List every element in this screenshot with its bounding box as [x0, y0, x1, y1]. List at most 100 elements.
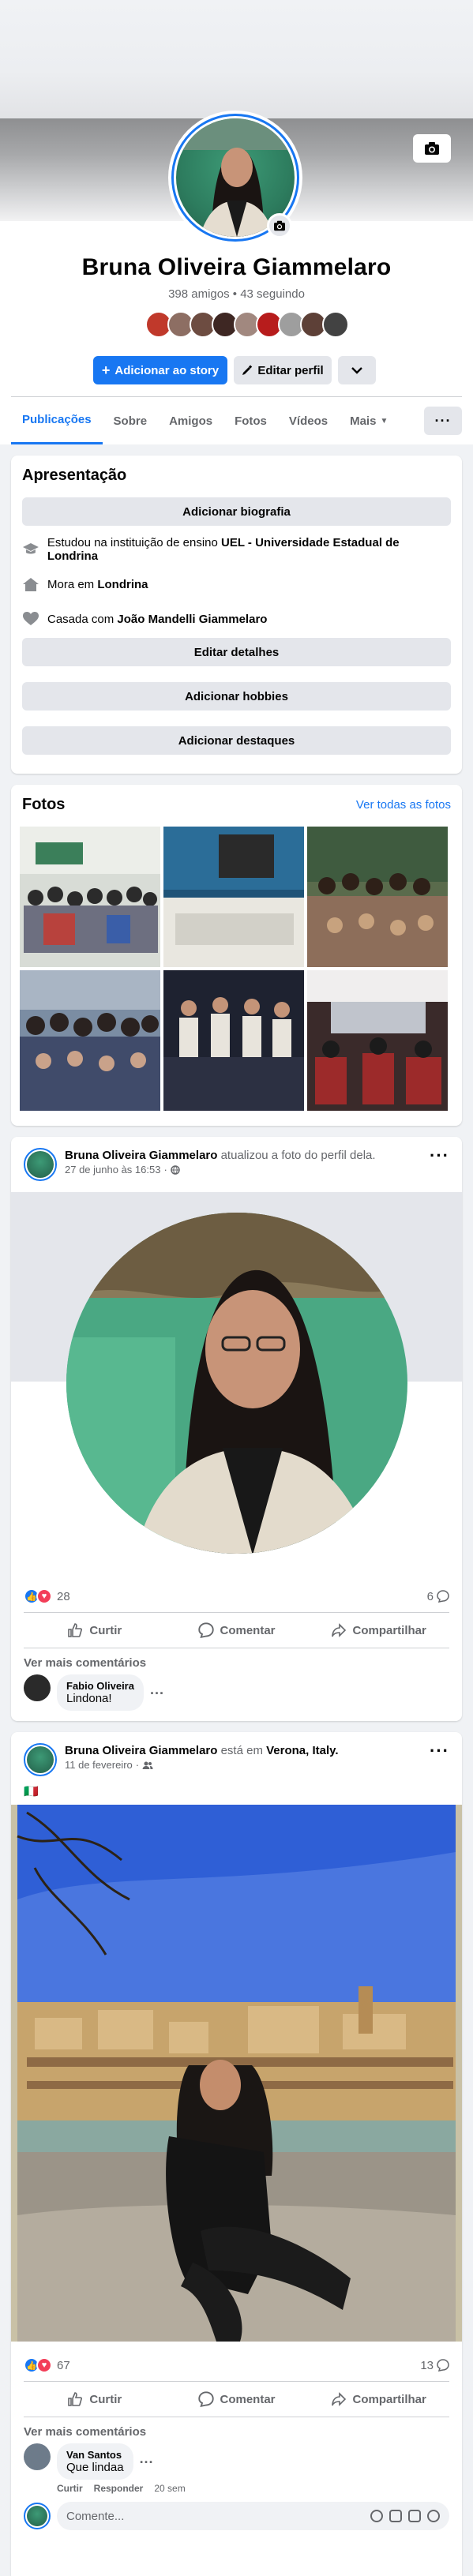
post-reactions-summary[interactable]: 👍 ♥ 28 6	[11, 1580, 462, 1612]
post-media[interactable]	[11, 1805, 462, 2342]
post-timestamp[interactable]: 11 de fevereiro	[65, 1759, 133, 1771]
photo-thumbnail[interactable]	[20, 970, 160, 1111]
comment-options-button[interactable]: ···	[140, 2454, 154, 2471]
photos-grid	[20, 827, 453, 1111]
intro-education: Estudou na instituição de ensino UEL - U…	[22, 532, 451, 567]
friend-avatar[interactable]	[322, 311, 349, 338]
write-comment-input[interactable]: Comente...	[57, 2502, 449, 2530]
photo-thumbnail[interactable]	[307, 970, 448, 1111]
camera-icon	[274, 220, 285, 231]
comment-item: Fabio Oliveira Lindona! ···	[11, 1674, 462, 1711]
love-reaction-icon: ♥	[36, 2357, 52, 2373]
comment-label: Comentar	[220, 1623, 276, 1637]
commenter-name[interactable]: Van Santos	[66, 2449, 124, 2461]
post-options-button[interactable]: ···	[430, 1147, 449, 1164]
intro-title: Apresentação	[22, 467, 127, 484]
edit-profile-picture-button[interactable]	[267, 213, 292, 238]
post-author-name[interactable]: Bruna Oliveira Giammelaro	[65, 1744, 217, 1757]
comment-icon	[197, 2391, 214, 2407]
sticker-icon[interactable]	[427, 2510, 440, 2522]
see-all-photos-link[interactable]: Ver todas as fotos	[356, 798, 451, 812]
edit-profile-label: Editar perfil	[257, 363, 324, 377]
comment-count[interactable]: 6	[427, 1590, 434, 1603]
like-button[interactable]: Curtir	[24, 1613, 166, 1648]
profile-name: Bruna Oliveira Giammelaro	[81, 254, 392, 280]
intro-card: Apresentação Adicionar biografia Estudou…	[11, 456, 462, 774]
share-button[interactable]: Compartilhar	[307, 2382, 449, 2417]
add-hobbies-button[interactable]: Adicionar hobbies	[22, 682, 451, 711]
tabs-more-button[interactable]: ···	[424, 407, 462, 435]
friend-avatars[interactable]	[145, 311, 349, 338]
commenter-avatar[interactable]	[24, 2443, 51, 2470]
post-check-in: Bruna Oliveira Giammelaro está em Verona…	[11, 1732, 462, 2576]
comment-button[interactable]: Comentar	[166, 1613, 308, 1648]
photo-thumbnail[interactable]	[20, 827, 160, 967]
comment-reply-link[interactable]: Responder	[94, 2483, 144, 2494]
dot-separator: ·	[135, 1759, 140, 1771]
comment-options-button[interactable]: ···	[150, 1685, 164, 1702]
view-more-comments-link[interactable]: Ver mais comentários	[11, 2417, 462, 2443]
verona-photo	[11, 1805, 462, 2342]
commenter-name[interactable]: Fabio Oliveira	[66, 1680, 134, 1692]
post-author-avatar[interactable]	[24, 1148, 57, 1181]
add-story-button[interactable]: + Adicionar ao story	[93, 356, 227, 384]
comment-bubble-icon	[437, 2359, 449, 2372]
post-author-avatar[interactable]	[24, 1743, 57, 1776]
camera-icon[interactable]	[389, 2510, 402, 2522]
share-button[interactable]: Compartilhar	[307, 1613, 449, 1648]
profile-photo-large	[66, 1213, 407, 1554]
edit-details-button[interactable]: Editar detalhes	[22, 638, 451, 666]
tab-fotos[interactable]: Fotos	[223, 397, 278, 444]
gif-icon[interactable]	[408, 2510, 421, 2522]
tab-mais[interactable]: Mais ▼	[339, 397, 399, 444]
comment-time[interactable]: 20 sem	[154, 2483, 185, 2494]
post-action-text: atualizou a foto do perfil dela.	[220, 1149, 376, 1162]
spouse-link[interactable]: João Mandelli Giammelaro	[117, 613, 267, 626]
tab-publicacoes[interactable]: Publicações	[11, 397, 103, 444]
thumbs-up-icon	[68, 1623, 83, 1637]
reaction-count[interactable]: 28	[57, 1590, 70, 1603]
more-dots-icon: ···	[434, 413, 452, 429]
share-icon	[331, 1623, 346, 1637]
love-reaction-icon: ♥	[36, 1588, 52, 1604]
add-bio-button[interactable]: Adicionar biografia	[22, 497, 451, 526]
photo-thumbnail[interactable]	[307, 827, 448, 967]
view-more-comments-link[interactable]: Ver mais comentários	[11, 1648, 462, 1674]
tab-sobre[interactable]: Sobre	[103, 397, 159, 444]
comment-bubble-icon	[437, 1590, 449, 1603]
pencil-icon	[242, 365, 253, 375]
commenter-avatar[interactable]	[24, 1674, 51, 1701]
comment-button[interactable]: Comentar	[166, 2382, 308, 2417]
photos-card: Fotos Ver todas as fotos	[11, 785, 462, 1126]
thumbs-up-icon	[68, 2392, 83, 2406]
comment-count[interactable]: 13	[420, 2359, 434, 2372]
graduation-cap-icon	[22, 543, 39, 554]
emoji-icon[interactable]	[370, 2510, 383, 2522]
post-author-name[interactable]: Bruna Oliveira Giammelaro	[65, 1149, 217, 1162]
lives-prefix: Mora em	[47, 577, 95, 591]
tab-videos[interactable]: Vídeos	[278, 397, 339, 444]
like-button[interactable]: Curtir	[24, 2382, 166, 2417]
dot-separator: ·	[163, 1164, 167, 1176]
heart-icon	[23, 612, 39, 625]
comment-like-link[interactable]: Curtir	[57, 2483, 83, 2494]
lives-place-link[interactable]: Londrina	[97, 578, 148, 591]
post-media[interactable]	[11, 1192, 462, 1571]
tab-amigos[interactable]: Amigos	[158, 397, 223, 444]
share-label: Compartilhar	[352, 2392, 426, 2406]
photo-thumbnail[interactable]	[163, 970, 304, 1111]
plus-icon: +	[101, 362, 111, 378]
photo-thumbnail[interactable]	[163, 827, 304, 967]
add-story-label: Adicionar ao story	[114, 363, 220, 377]
post-timestamp[interactable]: 27 de junho às 16:53	[65, 1164, 160, 1176]
post-reactions-summary[interactable]: 👍 ♥ 67 13	[11, 2349, 462, 2381]
add-highlights-button[interactable]: Adicionar destaques	[22, 726, 451, 755]
reaction-count[interactable]: 67	[57, 2359, 70, 2372]
post-location-link[interactable]: Verona, Italy.	[266, 1744, 338, 1757]
post-options-button[interactable]: ···	[430, 1742, 449, 1760]
current-user-avatar[interactable]	[24, 2503, 51, 2529]
profile-more-dropdown[interactable]	[338, 356, 376, 384]
edit-cover-button[interactable]	[413, 134, 451, 163]
friends-following-count[interactable]: 398 amigos • 43 seguindo	[0, 287, 473, 301]
edit-profile-button[interactable]: Editar perfil	[234, 356, 332, 384]
